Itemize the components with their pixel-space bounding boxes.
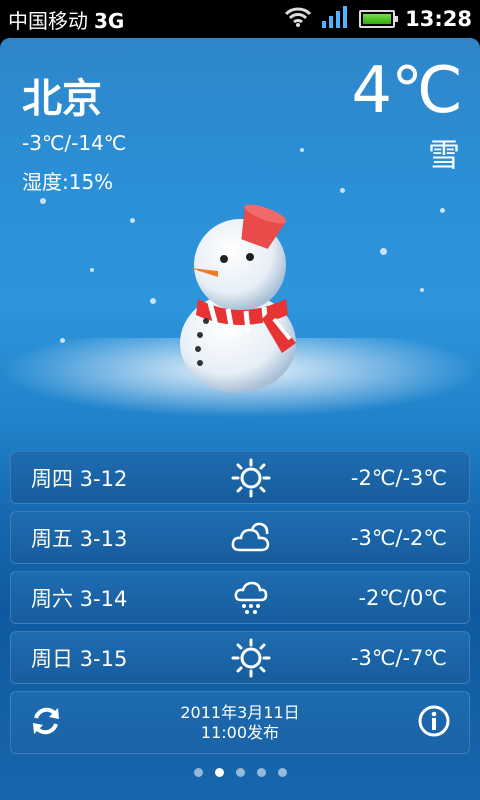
publish-time: 11:00发布 (200, 722, 280, 742)
snowman-illustration (180, 204, 296, 393)
weather-app: 北京 -3℃/-14℃ 湿度:15% 4℃ 雪 周四 3-12 -2℃/-3℃ … (0, 38, 480, 800)
forecast-temp: -2℃/0℃ (358, 585, 447, 610)
forecast-row[interactable]: 周六 3-14 -2℃/0℃ (10, 571, 470, 624)
page-dot-active[interactable] (214, 768, 224, 777)
carrier-name: 中国移动 (8, 8, 88, 33)
forecast-row[interactable]: 周四 3-12 -2℃/-3℃ (10, 451, 470, 504)
footer-bar: 2011年3月11日 11:00发布 (10, 691, 470, 754)
wifi-icon (285, 6, 312, 33)
weather-condition: 雪 (427, 136, 460, 174)
network-type: 3G (94, 8, 125, 33)
forecast-temp: -3℃/-7℃ (350, 645, 447, 670)
status-bar: 中国移动 3G 13:28 (0, 0, 480, 38)
page-dot[interactable] (193, 768, 203, 777)
page-dot[interactable] (256, 768, 266, 777)
status-time: 13:28 (405, 7, 472, 31)
publish-info: 2011年3月11日 11:00发布 (180, 703, 299, 743)
page-indicator (0, 768, 480, 777)
snow-icon (211, 580, 291, 616)
battery-icon (359, 10, 399, 28)
city-name[interactable]: 北京 (22, 66, 102, 124)
forecast-day: 周六 3-14 (31, 586, 128, 611)
forecast-day: 周四 3-12 (31, 466, 128, 491)
current-temperature: 4℃ (351, 54, 463, 128)
forecast-list: 周四 3-12 -2℃/-3℃ 周五 3-13 -3℃/-2℃ 周六 3-14 … (10, 451, 470, 691)
temp-range: -3℃/-14℃ (22, 131, 127, 155)
forecast-temp: -2℃/-3℃ (350, 465, 447, 490)
forecast-day: 周五 3-13 (31, 526, 128, 551)
forecast-row[interactable]: 周日 3-15 -3℃/-7℃ (10, 631, 470, 684)
page-dot[interactable] (235, 768, 245, 777)
info-icon[interactable] (417, 704, 451, 742)
cloudy-icon (211, 520, 291, 556)
humidity: 湿度:15% (22, 170, 114, 194)
publish-date: 2011年3月11日 (180, 702, 300, 722)
signal-icon (321, 5, 349, 34)
forecast-temp: -3℃/-2℃ (350, 525, 447, 550)
sunny-icon (211, 638, 291, 678)
sunny-icon (211, 458, 291, 498)
page-dot[interactable] (277, 768, 287, 777)
forecast-day: 周日 3-15 (31, 646, 128, 671)
refresh-icon[interactable] (29, 704, 63, 742)
forecast-row[interactable]: 周五 3-13 -3℃/-2℃ (10, 511, 470, 564)
